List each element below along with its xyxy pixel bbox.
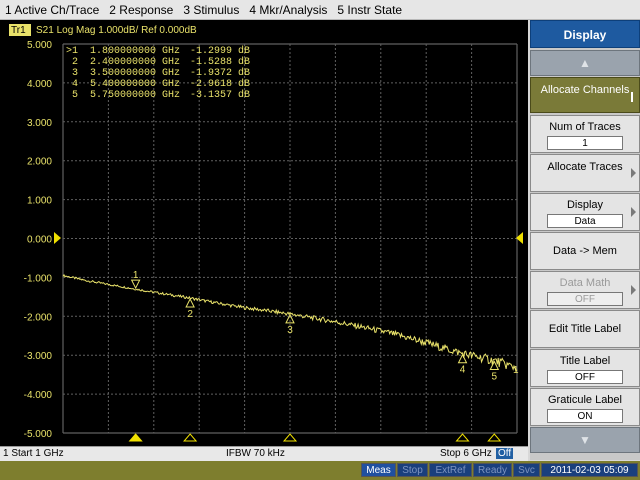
- allocate-channels-button[interactable]: Allocate Channels: [530, 77, 640, 113]
- y-axis-label: 4.000: [27, 79, 52, 90]
- data-to-mem-button[interactable]: Data -> Mem: [530, 232, 640, 270]
- y-axis-labels: 5.000 4.000 3.000 2.000 1.000 0.000 -1.000 -2.0…: [24, 40, 53, 440]
- marker-table: >1 1.800000000 GHz -1.2999 dB 2 2.400000…: [66, 45, 250, 101]
- status-ready: Ready: [473, 463, 512, 477]
- marker-triangle-icon: [130, 279, 141, 290]
- menu-instr-state[interactable]: 5 Instr State: [332, 3, 407, 17]
- marker-label: 1: [133, 270, 139, 281]
- marker-triangle-icon: [185, 297, 195, 308]
- markers-group: 1 2 3 4 5: [130, 270, 500, 382]
- submenu-arrow-icon: [631, 285, 636, 295]
- marker-label: 4: [460, 365, 466, 376]
- marker-table-value: -3.1357 dB: [190, 89, 250, 101]
- menu-response[interactable]: 2 Response: [104, 3, 178, 17]
- marker-table-label: 5: [72, 90, 78, 101]
- y-axis-label: -5.000: [24, 429, 53, 440]
- data-math-value: OFF: [547, 292, 623, 306]
- marker-table-label: >1: [66, 46, 78, 57]
- display-mode-value: Data: [547, 214, 623, 228]
- start-frequency[interactable]: 1 Start 1 GHz: [3, 448, 64, 459]
- ref-left-arrow-icon[interactable]: [54, 232, 61, 244]
- status-datetime: 2011-02-03 05:09: [541, 463, 638, 477]
- channel-status-bar: 1 Start 1 GHz IFBW 70 kHz Stop 6 GHz Off: [0, 446, 528, 461]
- sweep-off-badge[interactable]: Off: [496, 448, 514, 459]
- softkey-title[interactable]: Display: [530, 20, 640, 48]
- graticule-label-value: ON: [547, 409, 623, 423]
- title-label-button[interactable]: Title Label OFF: [530, 349, 640, 387]
- bottom-marker-indicators: [128, 433, 502, 442]
- trace-plot[interactable]: Tr1 S21 Log Mag 1.000dB/ Ref 0.000dB 5.0…: [0, 20, 528, 446]
- data-math-label: Data Math: [559, 277, 611, 289]
- num-traces-button[interactable]: Num of Traces 1: [530, 115, 640, 153]
- graticule-label-button[interactable]: Graticule Label ON: [530, 388, 640, 426]
- submenu-arrow-icon: [631, 207, 636, 217]
- y-axis-label: -1.000: [24, 273, 53, 284]
- menu-mkr-analysis[interactable]: 4 Mkr/Analysis: [244, 3, 332, 17]
- marker-label: 2: [187, 309, 193, 320]
- marker-table-freq: 3.500000000 GHz: [90, 68, 180, 79]
- trace-header: S21 Log Mag 1.000dB/ Ref 0.000dB: [36, 25, 197, 36]
- marker-table-value: -1.2999 dB: [190, 45, 250, 57]
- menu-active-ch-trace[interactable]: 1 Active Ch/Trace: [0, 3, 104, 17]
- trace-end-label: 1: [513, 365, 519, 376]
- y-axis-label: -2.000: [24, 312, 53, 323]
- y-axis-label: 2.000: [27, 157, 52, 168]
- stimulus-marker-icon: [455, 433, 470, 442]
- status-svc: Svc: [513, 463, 540, 477]
- marker-table-value: -2.9618 dB: [190, 78, 250, 90]
- allocate-channels-label: Allocate Channels: [540, 84, 630, 96]
- y-axis-label: 5.000: [27, 40, 52, 51]
- status-stop: Stop: [397, 463, 428, 477]
- marker-table-freq: 5.400000000 GHz: [90, 79, 180, 90]
- data-math-button[interactable]: Data Math OFF: [530, 271, 640, 309]
- stop-frequency[interactable]: Stop 6 GHz: [440, 448, 492, 459]
- allocate-traces-button[interactable]: Allocate Traces: [530, 154, 640, 192]
- marker-table-freq: 1.800000000 GHz: [90, 46, 180, 57]
- num-traces-value[interactable]: 1: [547, 136, 623, 150]
- status-extref: ExtRef: [429, 463, 472, 477]
- marker-table-label: 2: [72, 57, 78, 68]
- y-axis-label: 3.000: [27, 118, 52, 129]
- y-axis-label: -3.000: [24, 351, 53, 362]
- stimulus-marker-icon: [183, 433, 198, 442]
- menu-bar: 1 Active Ch/Trace 2 Response 3 Stimulus …: [0, 0, 640, 20]
- graticule: [62, 43, 518, 434]
- y-axis-label: 1.000: [27, 196, 52, 207]
- submenu-arrow-icon: [631, 168, 636, 178]
- marker-table-label: 4: [72, 79, 78, 90]
- chevron-up-icon: ▲: [579, 56, 591, 70]
- marker-label: 5: [492, 371, 498, 382]
- measurement-screen[interactable]: Tr1 S21 Log Mag 1.000dB/ Ref 0.000dB 5.0…: [0, 20, 528, 446]
- marker-label: 3: [287, 325, 293, 336]
- display-mode-label: Display: [566, 199, 604, 211]
- stimulus-marker-icon: [487, 433, 502, 442]
- ifbw[interactable]: IFBW 70 kHz: [226, 448, 285, 459]
- menu-stimulus[interactable]: 3 Stimulus: [178, 3, 244, 17]
- stimulus-marker-icon: [128, 433, 143, 442]
- y-axis-label: -4.000: [24, 390, 53, 401]
- marker-table-label: 3: [72, 68, 78, 79]
- title-label-value: OFF: [547, 370, 623, 384]
- status-meas: Meas: [361, 463, 396, 477]
- cursor-bar-icon: [631, 92, 633, 102]
- marker-table-value: -1.5288 dB: [190, 56, 250, 68]
- trace-id-badge: Tr1: [11, 25, 26, 36]
- stimulus-marker-icon: [282, 433, 298, 442]
- scroll-up-button[interactable]: ▲: [530, 50, 640, 76]
- y-axis-label: 0.000: [27, 235, 52, 246]
- graticule-label-label: Graticule Label: [548, 394, 622, 406]
- title-label-label: Title Label: [559, 355, 611, 367]
- chevron-down-icon: ▼: [579, 433, 591, 447]
- marker-table-freq: 5.750000000 GHz: [90, 90, 180, 101]
- marker-table-value: -1.9372 dB: [190, 67, 250, 79]
- marker-triangle-icon: [457, 353, 468, 364]
- display-mode-button[interactable]: Display Data: [530, 193, 640, 231]
- edit-title-label-button[interactable]: Edit Title Label: [530, 310, 640, 348]
- scroll-down-button[interactable]: ▼: [530, 427, 640, 453]
- marker-table-freq: 2.400000000 GHz: [90, 57, 180, 68]
- allocate-traces-label: Allocate Traces: [547, 161, 623, 173]
- num-traces-label: Num of Traces: [549, 121, 621, 133]
- softkey-panel: Display ▲ Allocate Channels Num of Trace…: [530, 20, 640, 460]
